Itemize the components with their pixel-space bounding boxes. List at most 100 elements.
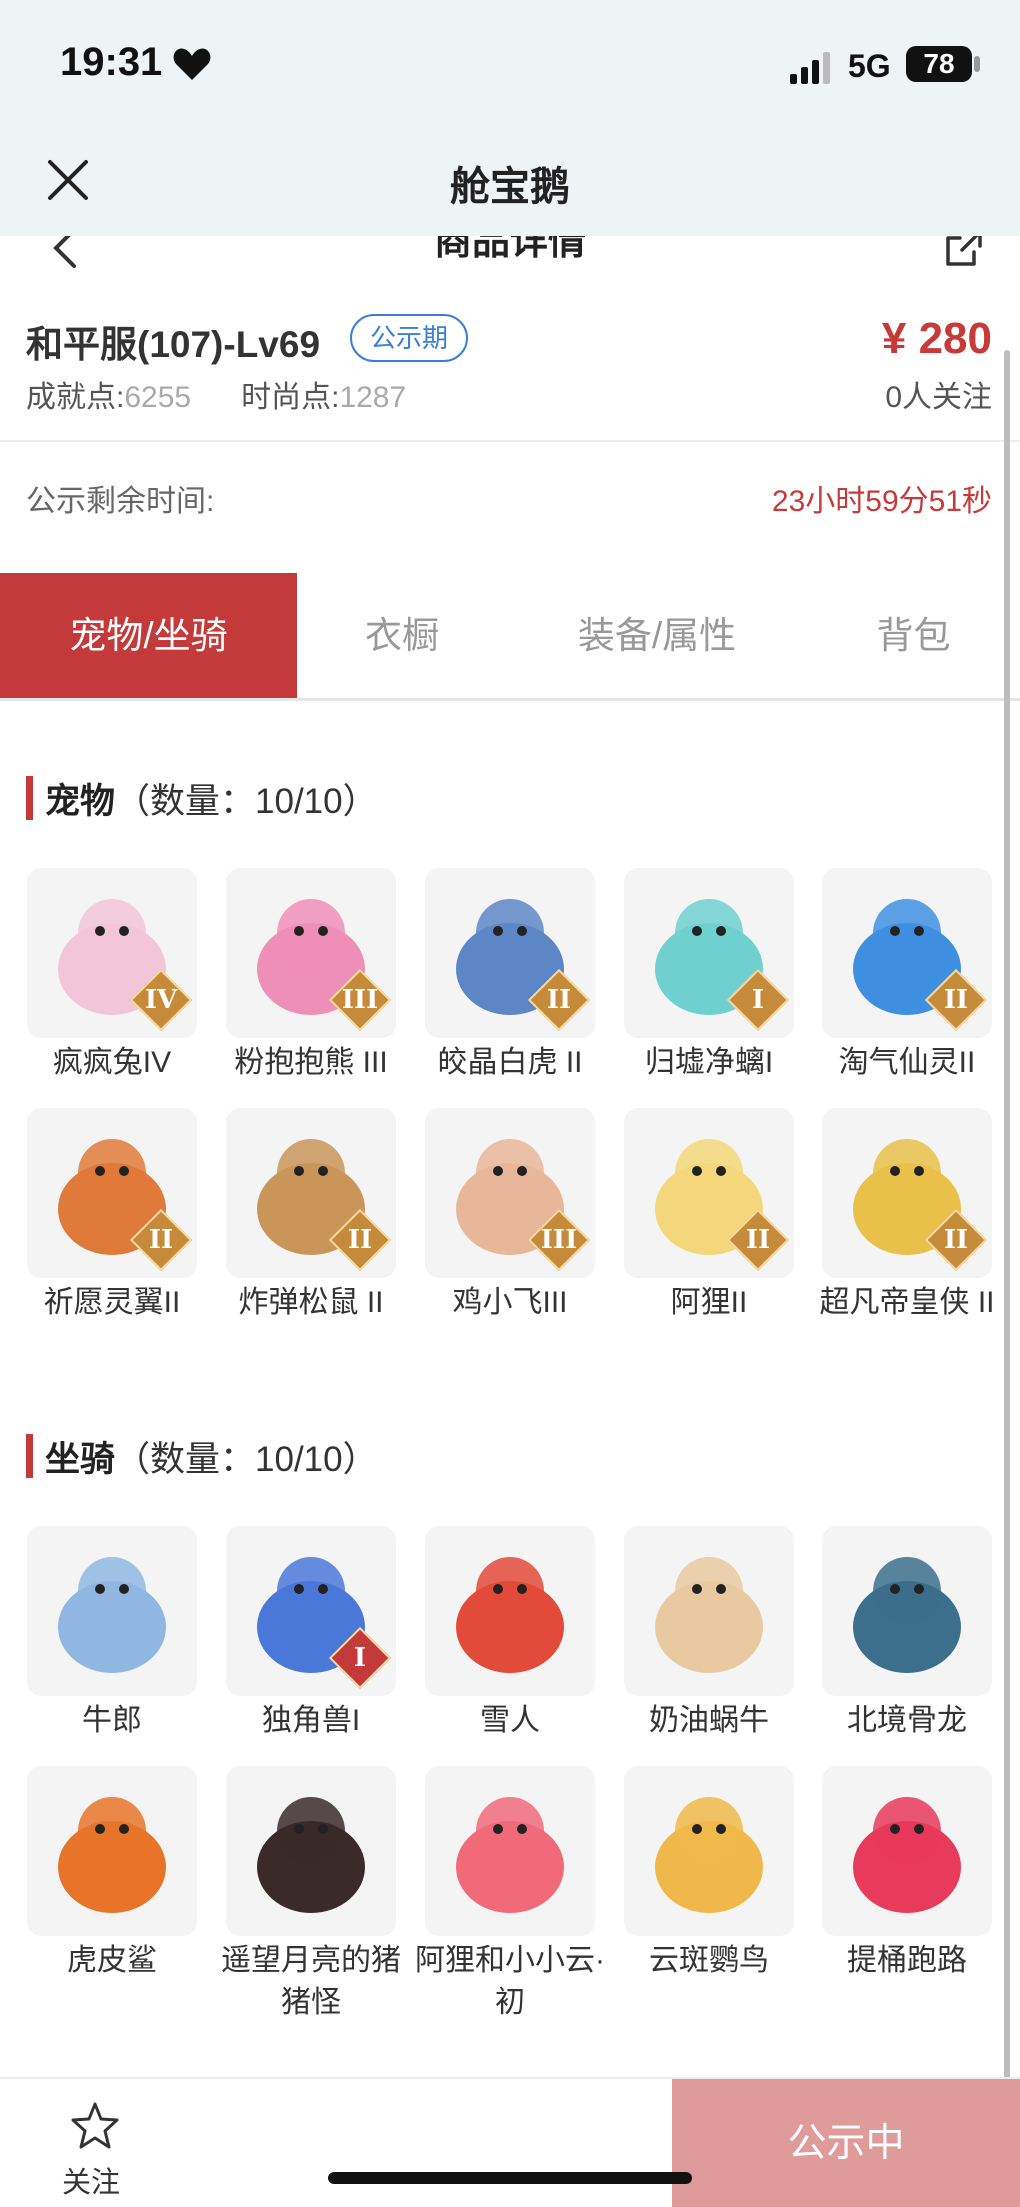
grid-item[interactable]: 奶油蜗牛 bbox=[624, 1526, 796, 1742]
item-name: 遥望月亮的猪猪怪 bbox=[221, 1944, 401, 2019]
tab-equipment[interactable]: 装备/属性 bbox=[507, 573, 807, 698]
item-name: 鸡小飞III bbox=[452, 1286, 568, 1319]
item-thumbnail[interactable]: II bbox=[822, 1108, 992, 1278]
mounts-count: （数量：10/10） bbox=[115, 1439, 378, 1479]
countdown-value: 23小时59分51秒 bbox=[771, 485, 992, 518]
star-icon[interactable] bbox=[70, 2101, 120, 2151]
shark-mount-icon bbox=[58, 1797, 166, 1913]
fox-cloud-mount-icon bbox=[456, 1797, 564, 1913]
item-thumbnail[interactable] bbox=[425, 1766, 595, 1936]
item-name: 超凡帝皇侠 II bbox=[819, 1286, 995, 1319]
item-name: 炸弹松鼠 II bbox=[238, 1286, 384, 1319]
item-thumbnail[interactable] bbox=[624, 1526, 794, 1696]
grid-item[interactable]: II 阿狸II bbox=[624, 1108, 796, 1324]
rank-text: I bbox=[751, 985, 765, 1015]
item-thumbnail[interactable] bbox=[822, 1766, 992, 1936]
grid-item[interactable]: 遥望月亮的猪猪怪 bbox=[221, 1766, 401, 2024]
page-title: 商品详情 bbox=[433, 236, 586, 263]
product-name: 和平服(107)-Lv69 bbox=[26, 324, 321, 365]
grid-item[interactable]: 提桶跑路 bbox=[822, 1766, 994, 1982]
item-thumbnail[interactable]: II bbox=[425, 868, 595, 1038]
item-thumbnail[interactable] bbox=[226, 1766, 396, 1936]
scrollbar[interactable] bbox=[1004, 350, 1010, 2090]
grid-item[interactable]: 阿狸和小小云·初 bbox=[415, 1766, 605, 2024]
rank-text: IV bbox=[144, 985, 178, 1015]
grid-item[interactable]: 虎皮鲨 bbox=[27, 1766, 199, 1982]
rank-text: II bbox=[943, 985, 969, 1015]
grid-item[interactable]: 雪人 bbox=[425, 1526, 597, 1742]
item-thumbnail[interactable]: III bbox=[425, 1108, 595, 1278]
rank-text: I bbox=[353, 1643, 367, 1673]
section-marker bbox=[26, 776, 33, 820]
achievement-label: 成就点: bbox=[26, 381, 125, 414]
grid-item[interactable]: 云斑鹦鸟 bbox=[624, 1766, 796, 1982]
fashion-label: 时尚点: bbox=[241, 381, 340, 414]
battery-icon: 78 bbox=[906, 46, 972, 82]
item-thumbnail[interactable] bbox=[624, 1766, 794, 1936]
item-thumbnail[interactable]: II bbox=[624, 1108, 794, 1278]
item-name: 淘气仙灵II bbox=[838, 1046, 976, 1079]
grid-item[interactable]: IV 疯疯兔IV bbox=[27, 868, 199, 1084]
rank-text: II bbox=[347, 1225, 373, 1255]
item-thumbnail[interactable] bbox=[27, 1766, 197, 1936]
home-indicator bbox=[328, 2172, 692, 2184]
item-name: 阿狸II bbox=[670, 1286, 748, 1319]
grid-item[interactable]: II 祈愿灵翼II bbox=[27, 1108, 199, 1324]
item-thumbnail[interactable]: III bbox=[226, 868, 396, 1038]
item-name: 北境骨龙 bbox=[847, 1704, 967, 1737]
share-icon[interactable] bbox=[944, 236, 984, 268]
follow-button[interactable]: 关注 bbox=[62, 2159, 120, 2201]
pets-title: 宠物 bbox=[45, 781, 116, 821]
ox-mount-icon bbox=[58, 1557, 166, 1673]
rank-text: II bbox=[745, 1225, 771, 1255]
grid-item[interactable]: 北境骨龙 bbox=[822, 1526, 994, 1742]
grid-item[interactable]: 牛郎 bbox=[27, 1526, 199, 1742]
item-thumbnail[interactable]: II bbox=[822, 868, 992, 1038]
pig-mount-icon bbox=[257, 1797, 365, 1913]
grid-item[interactable]: III 鸡小飞III bbox=[425, 1108, 597, 1324]
divider bbox=[0, 440, 1020, 442]
public-status-button[interactable]: 公示中 bbox=[672, 2079, 1020, 2207]
tab-backpack[interactable]: 背包 bbox=[807, 573, 1020, 698]
item-name: 虎皮鲨 bbox=[67, 1944, 157, 1977]
rank-text: III bbox=[341, 985, 379, 1015]
bone-dragon-mount-icon bbox=[853, 1557, 961, 1673]
pets-section-header: 宠物 （数量：10/10） bbox=[26, 776, 378, 821]
item-thumbnail[interactable]: IV bbox=[27, 868, 197, 1038]
grid-item[interactable]: I 归墟净螭I bbox=[624, 868, 796, 1084]
item-thumbnail[interactable] bbox=[425, 1526, 595, 1696]
item-name: 提桶跑路 bbox=[847, 1944, 967, 1977]
item-thumbnail[interactable]: I bbox=[624, 868, 794, 1038]
status-time: 19:31 bbox=[60, 40, 163, 84]
item-name: 牛郎 bbox=[82, 1704, 142, 1737]
pets-count: （数量：10/10） bbox=[115, 781, 378, 821]
item-thumbnail[interactable]: II bbox=[226, 1108, 396, 1278]
product-price: ¥ 280 bbox=[881, 314, 992, 363]
bottom-bar: 关注 公示中 bbox=[0, 2077, 1020, 2207]
item-name: 雪人 bbox=[480, 1704, 540, 1737]
mounts-title: 坐骑 bbox=[45, 1439, 116, 1479]
grid-item[interactable]: III 粉抱抱熊 III bbox=[226, 868, 398, 1084]
countdown-label: 公示剩余时间: bbox=[26, 485, 215, 518]
item-name: 疯疯兔IV bbox=[52, 1046, 172, 1079]
grid-item[interactable]: II 炸弹松鼠 II bbox=[226, 1108, 398, 1324]
grid-item[interactable]: II 皎晶白虎 II bbox=[425, 868, 597, 1084]
rank-text: II bbox=[943, 1225, 969, 1255]
battery-nub bbox=[974, 56, 980, 72]
grid-item[interactable]: I 独角兽I bbox=[226, 1526, 398, 1742]
grid-item[interactable]: II 淘气仙灵II bbox=[822, 868, 994, 1084]
status-badge: 公示期 bbox=[350, 314, 469, 362]
item-thumbnail[interactable] bbox=[822, 1526, 992, 1696]
cellular-signal-icon bbox=[790, 52, 830, 84]
mounts-section-header: 坐骑 （数量：10/10） bbox=[26, 1434, 378, 1479]
tab-wardrobe[interactable]: 衣橱 bbox=[297, 573, 507, 698]
tab-pets-mounts[interactable]: 宠物/坐骑 bbox=[0, 573, 297, 698]
section-marker bbox=[26, 1434, 33, 1478]
tab-bar: 宠物/坐骑 衣橱 装备/属性 背包 bbox=[0, 573, 1020, 701]
item-name: 皎晶白虎 II bbox=[437, 1046, 583, 1079]
item-thumbnail[interactable] bbox=[27, 1526, 197, 1696]
item-thumbnail[interactable]: I bbox=[226, 1526, 396, 1696]
item-thumbnail[interactable]: II bbox=[27, 1108, 197, 1278]
page-subheader: 商品详情 bbox=[0, 236, 1020, 276]
grid-item[interactable]: II 超凡帝皇侠 II bbox=[819, 1108, 995, 1324]
